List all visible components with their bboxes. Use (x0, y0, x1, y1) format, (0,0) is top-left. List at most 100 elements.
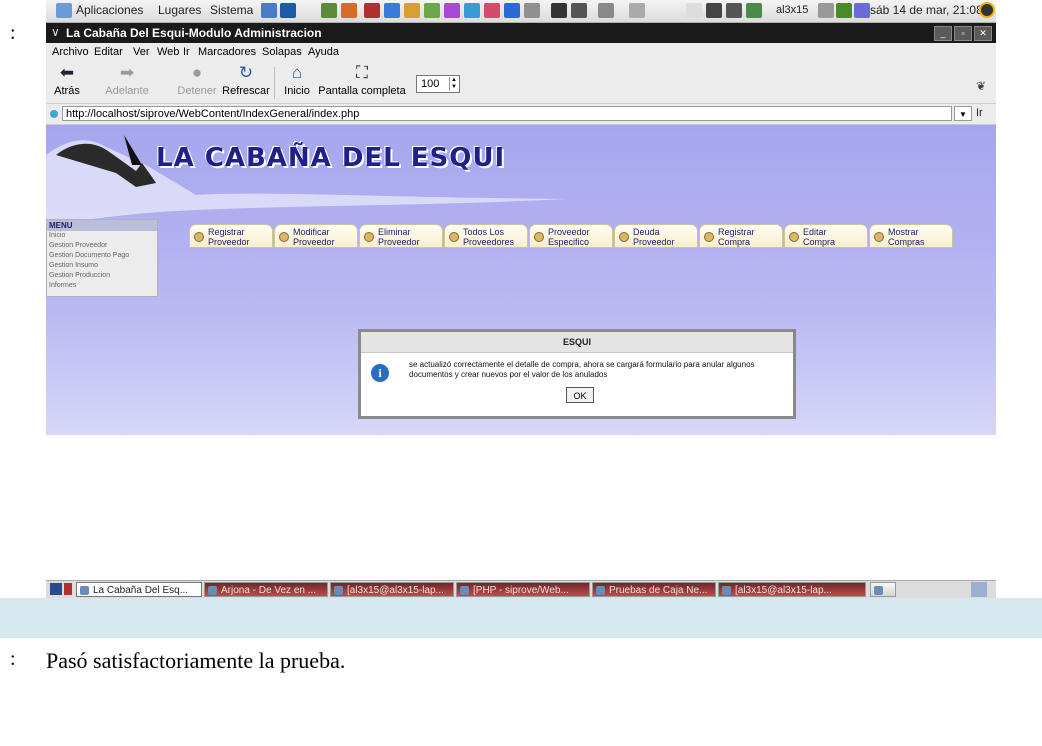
go-button[interactable]: Ir (976, 107, 983, 119)
foot-icon[interactable] (56, 3, 72, 18)
forward-button[interactable]: ➡ Adelante (102, 63, 152, 97)
toolbar-separator (274, 67, 275, 99)
power-icon[interactable] (979, 2, 995, 18)
side-menu-item-gestion-documento-pago[interactable]: Gestion Documento Pago (47, 251, 157, 261)
launcher-icon[interactable] (364, 3, 380, 18)
fullscreen-label: Pantalla completa (318, 85, 406, 97)
nav-label: Proveedor Especifico (548, 227, 590, 247)
nav-proveedor-especifico[interactable]: Proveedor Especifico (529, 224, 613, 248)
home-button[interactable]: ⌂ Inicio (280, 63, 314, 97)
menu-web[interactable]: Web (157, 46, 179, 58)
taskbar-item[interactable] (870, 582, 896, 597)
trash-icon[interactable] (971, 582, 987, 597)
menu-places[interactable]: Lugares (158, 3, 201, 17)
menu-system[interactable]: Sistema (210, 3, 253, 17)
stop-button[interactable]: ● Detener (174, 63, 220, 97)
menu-archivo[interactable]: Archivo (52, 46, 89, 58)
workspace-icon[interactable] (64, 583, 72, 595)
clock[interactable]: sáb 14 de mar, 21:08 (870, 3, 983, 17)
launcher-icon[interactable] (629, 3, 645, 18)
nav-mostrar-compras[interactable]: Mostrar Compras (869, 224, 953, 248)
user-icon (789, 232, 799, 242)
maximize-icon[interactable]: ▫ (954, 26, 972, 41)
nav-eliminar-proveedor[interactable]: Eliminar Proveedor (359, 224, 443, 248)
nav-editar-compra[interactable]: Editar Compra (784, 224, 868, 248)
launcher-icon[interactable] (484, 3, 500, 18)
nav-registrar-proveedor[interactable]: Registrar Proveedor (189, 224, 273, 248)
battery-icon[interactable] (854, 3, 870, 18)
menu-editar[interactable]: Editar (94, 46, 123, 58)
stop-label: Detener (177, 85, 217, 97)
volume-icon[interactable] (818, 3, 834, 18)
side-menu-item-gestion-insumo[interactable]: Gestion Insumo (47, 261, 157, 271)
user-icon (279, 232, 289, 242)
side-menu-item-gestion-produccion[interactable]: Gestion Produccion (47, 271, 157, 281)
menu-marcadores[interactable]: Marcadores (198, 46, 256, 58)
minimize-icon[interactable]: _ (934, 26, 952, 41)
menu-ver[interactable]: Ver (133, 46, 150, 58)
window-menu-icon[interactable]: ∨ (51, 25, 60, 39)
window-titlebar[interactable]: ∨ La Cabaña Del Esqui-Modulo Administrac… (46, 23, 996, 43)
taskbar-item[interactable]: La Cabaña Del Esq... (76, 582, 202, 597)
side-menu-item-informes[interactable]: Informes (47, 281, 157, 291)
ok-button[interactable]: OK (566, 387, 594, 403)
launcher-icon[interactable] (551, 3, 567, 18)
back-arrow-icon: ⬅ (59, 63, 75, 82)
launcher-icon[interactable] (571, 3, 587, 18)
nav-modificar-proveedor[interactable]: Modificar Proveedor (274, 224, 358, 248)
taskbar-item[interactable]: [al3x15@al3x15-lap... (718, 582, 866, 597)
launcher-icon[interactable] (464, 3, 480, 18)
taskbar-item[interactable]: [PHP - siprove/Web... (456, 582, 590, 597)
show-desktop-icon[interactable] (50, 583, 62, 595)
info-icon: i (371, 364, 389, 382)
spin-arrows-icon[interactable]: ▲ ▼ (449, 77, 458, 91)
tray-icon[interactable] (746, 3, 762, 18)
side-menu: MENU Inicio Gestion Proveedor Gestion Do… (46, 219, 158, 297)
nav-todos-los-proveedores[interactable]: Todos Los Proveedores (444, 224, 528, 248)
launcher-icon[interactable] (424, 3, 440, 18)
launcher-icon[interactable] (444, 3, 460, 18)
menu-applications[interactable]: Aplicaciones (76, 3, 143, 17)
task-label: La Cabaña Del Esq... (93, 585, 189, 596)
launcher-icon[interactable] (524, 3, 540, 18)
reload-button[interactable]: ↻ Refrescar (222, 63, 270, 97)
home-label: Inicio (284, 85, 310, 97)
launcher-icon[interactable] (404, 3, 420, 18)
url-input[interactable]: http://localhost/siprove/WebContent/Inde… (62, 106, 952, 121)
launcher-icon[interactable] (504, 3, 520, 18)
nav-label: Modificar Proveedor (293, 227, 335, 247)
side-menu-item-inicio[interactable]: Inicio (47, 231, 157, 241)
launcher-icon[interactable] (341, 3, 357, 18)
user-icon (364, 232, 374, 242)
launcher-icon[interactable] (598, 3, 614, 18)
tray-icon[interactable] (706, 3, 722, 18)
zoom-value: 100 (421, 78, 440, 90)
zoom-spinbox[interactable]: 100 ▲ ▼ (416, 75, 460, 93)
launcher-icon[interactable] (261, 3, 277, 18)
network-icon[interactable] (836, 3, 852, 18)
menu-solapas[interactable]: Solapas (262, 46, 302, 58)
side-menu-item-gestion-proveedor[interactable]: Gestion Proveedor (47, 241, 157, 251)
side-menu-header: MENU (47, 220, 157, 231)
fullscreen-button[interactable]: ⛶ Pantalla completa (314, 63, 410, 97)
back-button[interactable]: ⬅ Atrás (50, 63, 84, 97)
menu-ir[interactable]: Ir (183, 46, 190, 58)
tray-icon[interactable] (686, 3, 702, 18)
screenshot: Aplicaciones Lugares Sistema al3x15 sáb … (46, 0, 996, 598)
nav-registrar-compra[interactable]: Registrar Compra (699, 224, 783, 248)
dialog-message: se actualizó correctamente el detalle de… (409, 360, 755, 379)
menu-ayuda[interactable]: Ayuda (308, 46, 339, 58)
taskbar-item[interactable]: Arjona - De Vez en ... (204, 582, 328, 597)
nav-label: Mostrar Compras (888, 227, 925, 247)
taskbar-item[interactable]: [al3x15@al3x15-lap... (330, 582, 454, 597)
taskbar-item[interactable]: Pruebas de Caja Ne... (592, 582, 716, 597)
launcher-icon[interactable] (321, 3, 337, 18)
launcher-icon[interactable] (384, 3, 400, 18)
tray-icon[interactable] (726, 3, 742, 18)
url-dropdown-icon[interactable]: ▼ (954, 106, 972, 121)
browser-menubar: Archivo Editar Ver Web Ir Marcadores Sol… (46, 43, 996, 61)
dialog-title: ESQUI (361, 332, 793, 353)
nav-deuda-proveedor[interactable]: Deuda Proveedor (614, 224, 698, 248)
close-icon[interactable]: ✕ (974, 26, 992, 41)
writer-icon[interactable] (280, 3, 296, 18)
